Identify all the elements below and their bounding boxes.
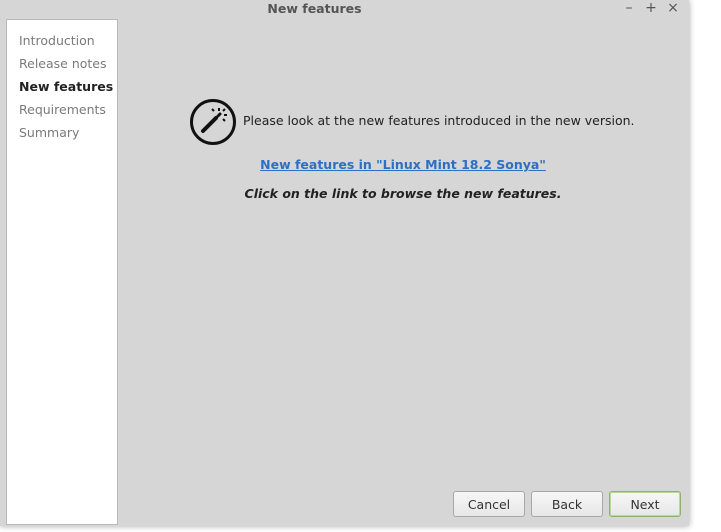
magic-wand-icon xyxy=(190,99,236,145)
back-button[interactable]: Back xyxy=(531,491,603,517)
sidebar-item-summary[interactable]: Summary xyxy=(19,125,79,140)
intro-text: Please look at the new features introduc… xyxy=(243,113,635,128)
dialog-window: New features – + × Introduction Release … xyxy=(0,0,689,526)
new-features-link[interactable]: New features in "Linux Mint 18.2 Sonya" xyxy=(120,157,686,172)
close-button[interactable]: × xyxy=(666,0,680,16)
maximize-button[interactable]: + xyxy=(644,0,658,16)
sidebar-item-requirements[interactable]: Requirements xyxy=(19,102,106,117)
minimize-button[interactable]: – xyxy=(622,0,636,16)
next-button[interactable]: Next xyxy=(609,491,681,517)
sidebar-item-new-features[interactable]: New features xyxy=(19,79,113,94)
browse-hint: Click on the link to browse the new feat… xyxy=(244,186,562,201)
cancel-button[interactable]: Cancel xyxy=(453,491,525,517)
main-content: Please look at the new features introduc… xyxy=(120,19,686,489)
sidebar-item-release-notes[interactable]: Release notes xyxy=(19,56,107,71)
window-title: New features xyxy=(267,1,362,16)
sidebar: Introduction Release notes New features … xyxy=(6,19,118,525)
sidebar-item-introduction[interactable]: Introduction xyxy=(19,33,95,48)
titlebar[interactable]: New features – + × xyxy=(0,0,689,18)
